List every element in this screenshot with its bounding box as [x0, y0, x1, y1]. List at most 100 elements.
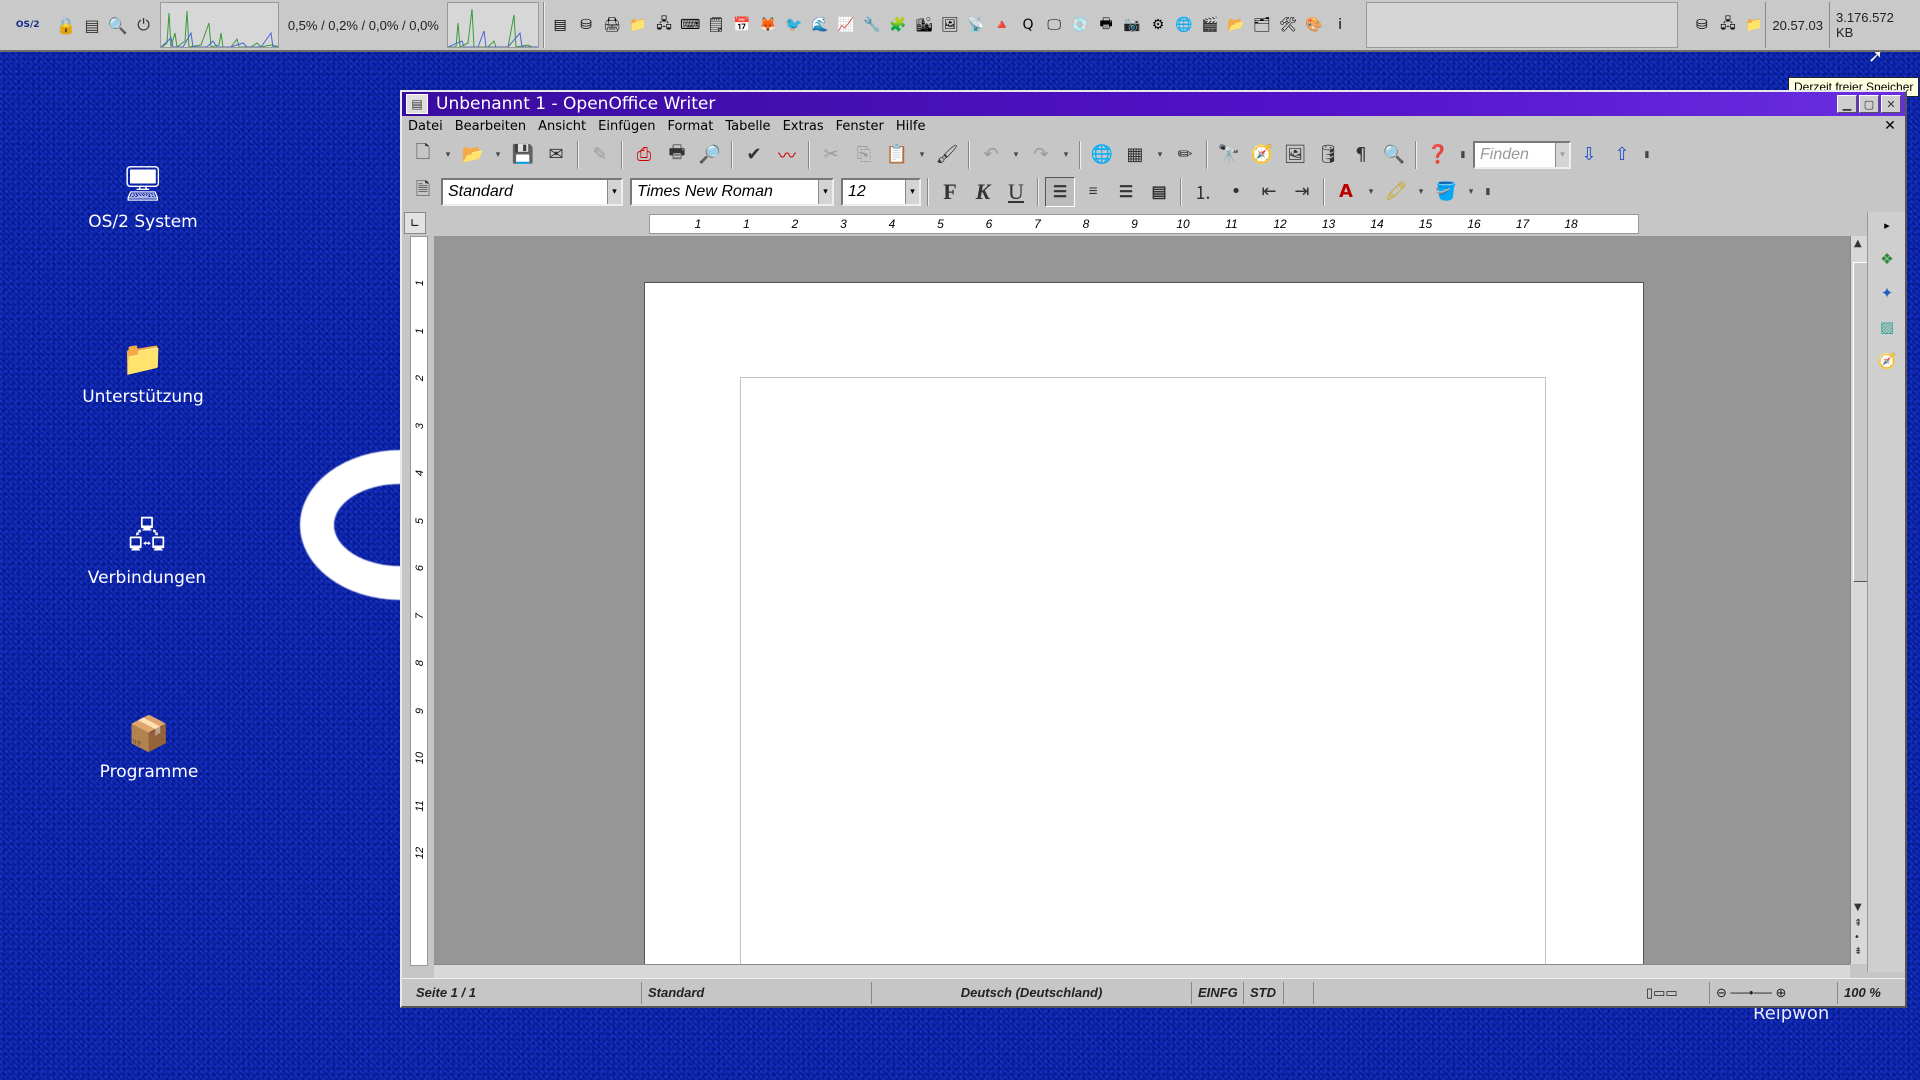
photo-icon[interactable]: 📷: [1121, 13, 1144, 37]
draw-functions-icon[interactable]: ✏: [1170, 140, 1200, 170]
background-color-icon[interactable]: 🪣: [1431, 177, 1461, 207]
system-menu-icon[interactable]: ▤: [406, 94, 428, 114]
desktop-icon-programs[interactable]: 📦 Programme: [74, 712, 224, 782]
gear-icon[interactable]: ⚙: [1147, 13, 1170, 37]
menu-item-fenster[interactable]: Fenster: [836, 119, 884, 134]
print-preview-icon[interactable]: 🔎: [695, 140, 725, 170]
qt-icon[interactable]: Q: [1017, 13, 1040, 37]
underline-button[interactable]: U: [1001, 177, 1031, 207]
view-layout-icon[interactable]: ▯▭▭: [1640, 981, 1710, 1004]
navigator-sidebar-icon[interactable]: 🧭: [1876, 350, 1898, 372]
menu-item-einfügen[interactable]: Einfügen: [598, 119, 655, 134]
chevron-down-icon[interactable]: ▾: [1009, 140, 1023, 170]
cut-icon[interactable]: ✂: [816, 140, 846, 170]
undo-icon[interactable]: ↶: [976, 140, 1006, 170]
chevron-down-icon[interactable]: ▾: [607, 179, 621, 204]
styles-formatting-icon[interactable]: 🗎: [408, 177, 438, 207]
menu-item-format[interactable]: Format: [668, 119, 714, 134]
media-icon[interactable]: 🎬: [1199, 13, 1222, 37]
drive-icon[interactable]: ⛁: [1690, 13, 1713, 37]
export-pdf-icon[interactable]: ⎙: [629, 140, 659, 170]
horizontal-ruler[interactable]: 1 1 2 3 4 5 6 7 8 9 10 11 12 13 14 15 16 17 18: [649, 214, 1639, 234]
redo-icon[interactable]: ↷: [1026, 140, 1056, 170]
list-icon[interactable]: ▤: [549, 13, 572, 37]
chevron-down-icon[interactable]: ▾: [1364, 177, 1378, 207]
styles-icon[interactable]: ✦: [1876, 282, 1898, 304]
close-document-icon[interactable]: ✕: [1881, 118, 1899, 134]
insert-mode-indicator[interactable]: EINFG: [1192, 981, 1244, 1004]
align-center-icon[interactable]: ≡: [1078, 177, 1108, 207]
scroll-down-icon[interactable]: ▼: [1854, 902, 1862, 913]
folder-icon[interactable]: 📁: [1742, 13, 1765, 37]
folder-icon[interactable]: 📁: [627, 13, 650, 37]
justify-icon[interactable]: ▤: [1144, 177, 1174, 207]
scroll-up-icon[interactable]: ▲: [1854, 238, 1862, 249]
keyboard-icon[interactable]: ⌨: [679, 13, 702, 37]
hyperlink-icon[interactable]: 🌐: [1087, 140, 1117, 170]
language-indicator[interactable]: Deutsch (Deutschland): [872, 981, 1192, 1004]
selection-mode-indicator[interactable]: STD: [1244, 981, 1284, 1004]
edit-file-icon[interactable]: ✎: [585, 140, 615, 170]
toolbar-options-icon[interactable]: ▮: [1456, 140, 1470, 170]
navigator-icon[interactable]: 🧭: [1247, 140, 1277, 170]
toolbar-options-icon[interactable]: ▮: [1481, 177, 1495, 207]
decrease-indent-icon[interactable]: ⇤: [1254, 177, 1284, 207]
close-window-icon[interactable]: ✕: [1881, 95, 1901, 113]
chevron-down-icon[interactable]: ▾: [1059, 140, 1073, 170]
copy-icon[interactable]: ⎘: [849, 140, 879, 170]
find-previous-icon[interactable]: ⇧: [1607, 140, 1637, 170]
help-icon[interactable]: ❓: [1423, 140, 1453, 170]
align-right-icon[interactable]: ☰: [1111, 177, 1141, 207]
image-icon[interactable]: 🖼: [939, 13, 962, 37]
save-icon[interactable]: 💾: [508, 140, 538, 170]
intel-icon[interactable]: i: [1329, 13, 1352, 37]
find-next-icon[interactable]: ⇩: [1574, 140, 1604, 170]
chart-icon[interactable]: 📈: [835, 13, 858, 37]
print-icon[interactable]: 🖶: [662, 140, 692, 170]
network-icon[interactable]: 🖧: [653, 13, 676, 37]
printer-icon[interactable]: 🖨: [601, 13, 624, 37]
chevron-down-icon[interactable]: ▾: [1555, 142, 1569, 167]
menu-item-datei[interactable]: Datei: [408, 119, 443, 134]
clock[interactable]: 20.57.03: [1765, 2, 1829, 48]
chevron-down-icon[interactable]: ▾: [491, 140, 505, 170]
firefox-icon[interactable]: 🦊: [757, 13, 780, 37]
font-color-icon[interactable]: A: [1331, 177, 1361, 207]
title-bar[interactable]: ▤ Unbenannt 1 - OpenOffice Writer ▁ ▢ ✕: [402, 92, 1905, 116]
chevron-down-icon[interactable]: ▾: [1464, 177, 1478, 207]
chevron-down-icon[interactable]: ▾: [1153, 140, 1167, 170]
sidebar-menu-icon[interactable]: ▸: [1876, 214, 1898, 236]
align-left-icon[interactable]: ☰: [1045, 176, 1075, 207]
thunderbird-icon[interactable]: 🐦: [783, 13, 806, 37]
highlighting-icon[interactable]: 🖍: [1381, 177, 1411, 207]
toolbar-options-icon[interactable]: ▮: [1640, 140, 1654, 170]
zoom-slider[interactable]: ⊖ ──•── ⊕: [1710, 981, 1838, 1004]
network-icon[interactable]: 🖧: [1716, 13, 1739, 37]
formatting-marks-icon[interactable]: ¶: [1346, 140, 1376, 170]
city-icon[interactable]: 🏙: [913, 13, 936, 37]
tab-stop-type-icon[interactable]: ∟: [404, 212, 426, 234]
page-style-indicator[interactable]: Standard: [642, 981, 872, 1004]
italic-button[interactable]: K: [968, 177, 998, 207]
cd-icon[interactable]: 💿: [1069, 13, 1092, 37]
desktop-icon-os2-system[interactable]: 🖥 OS/2 System: [68, 162, 218, 232]
gallery-icon[interactable]: 🖼: [1280, 140, 1310, 170]
paragraph-style-combo[interactable]: Standard ▾: [441, 177, 623, 206]
page-indicator[interactable]: Seite 1 / 1: [402, 981, 642, 1004]
increase-indent-icon[interactable]: ⇥: [1287, 177, 1317, 207]
chevron-down-icon[interactable]: ▾: [818, 179, 832, 204]
puzzle-icon[interactable]: 🧩: [887, 13, 910, 37]
new-document-icon[interactable]: 🗋: [408, 140, 438, 170]
zoom-icon[interactable]: 🔍: [1379, 140, 1409, 170]
gallery-sidebar-icon[interactable]: ▨: [1876, 316, 1898, 338]
seamonkey-icon[interactable]: 🌊: [809, 13, 832, 37]
vlc-icon[interactable]: 🔺: [991, 13, 1014, 37]
calendar-icon[interactable]: 📅: [731, 13, 754, 37]
next-page-icon[interactable]: ⇟: [1854, 946, 1862, 957]
maximize-icon[interactable]: ▢: [1859, 95, 1879, 113]
lock-icon[interactable]: 🔒: [53, 8, 79, 42]
menu-item-ansicht[interactable]: Ansicht: [538, 119, 586, 134]
menu-item-hilfe[interactable]: Hilfe: [896, 119, 926, 134]
notes-icon[interactable]: 🗒: [705, 13, 728, 37]
table-icon[interactable]: ▦: [1120, 140, 1150, 170]
